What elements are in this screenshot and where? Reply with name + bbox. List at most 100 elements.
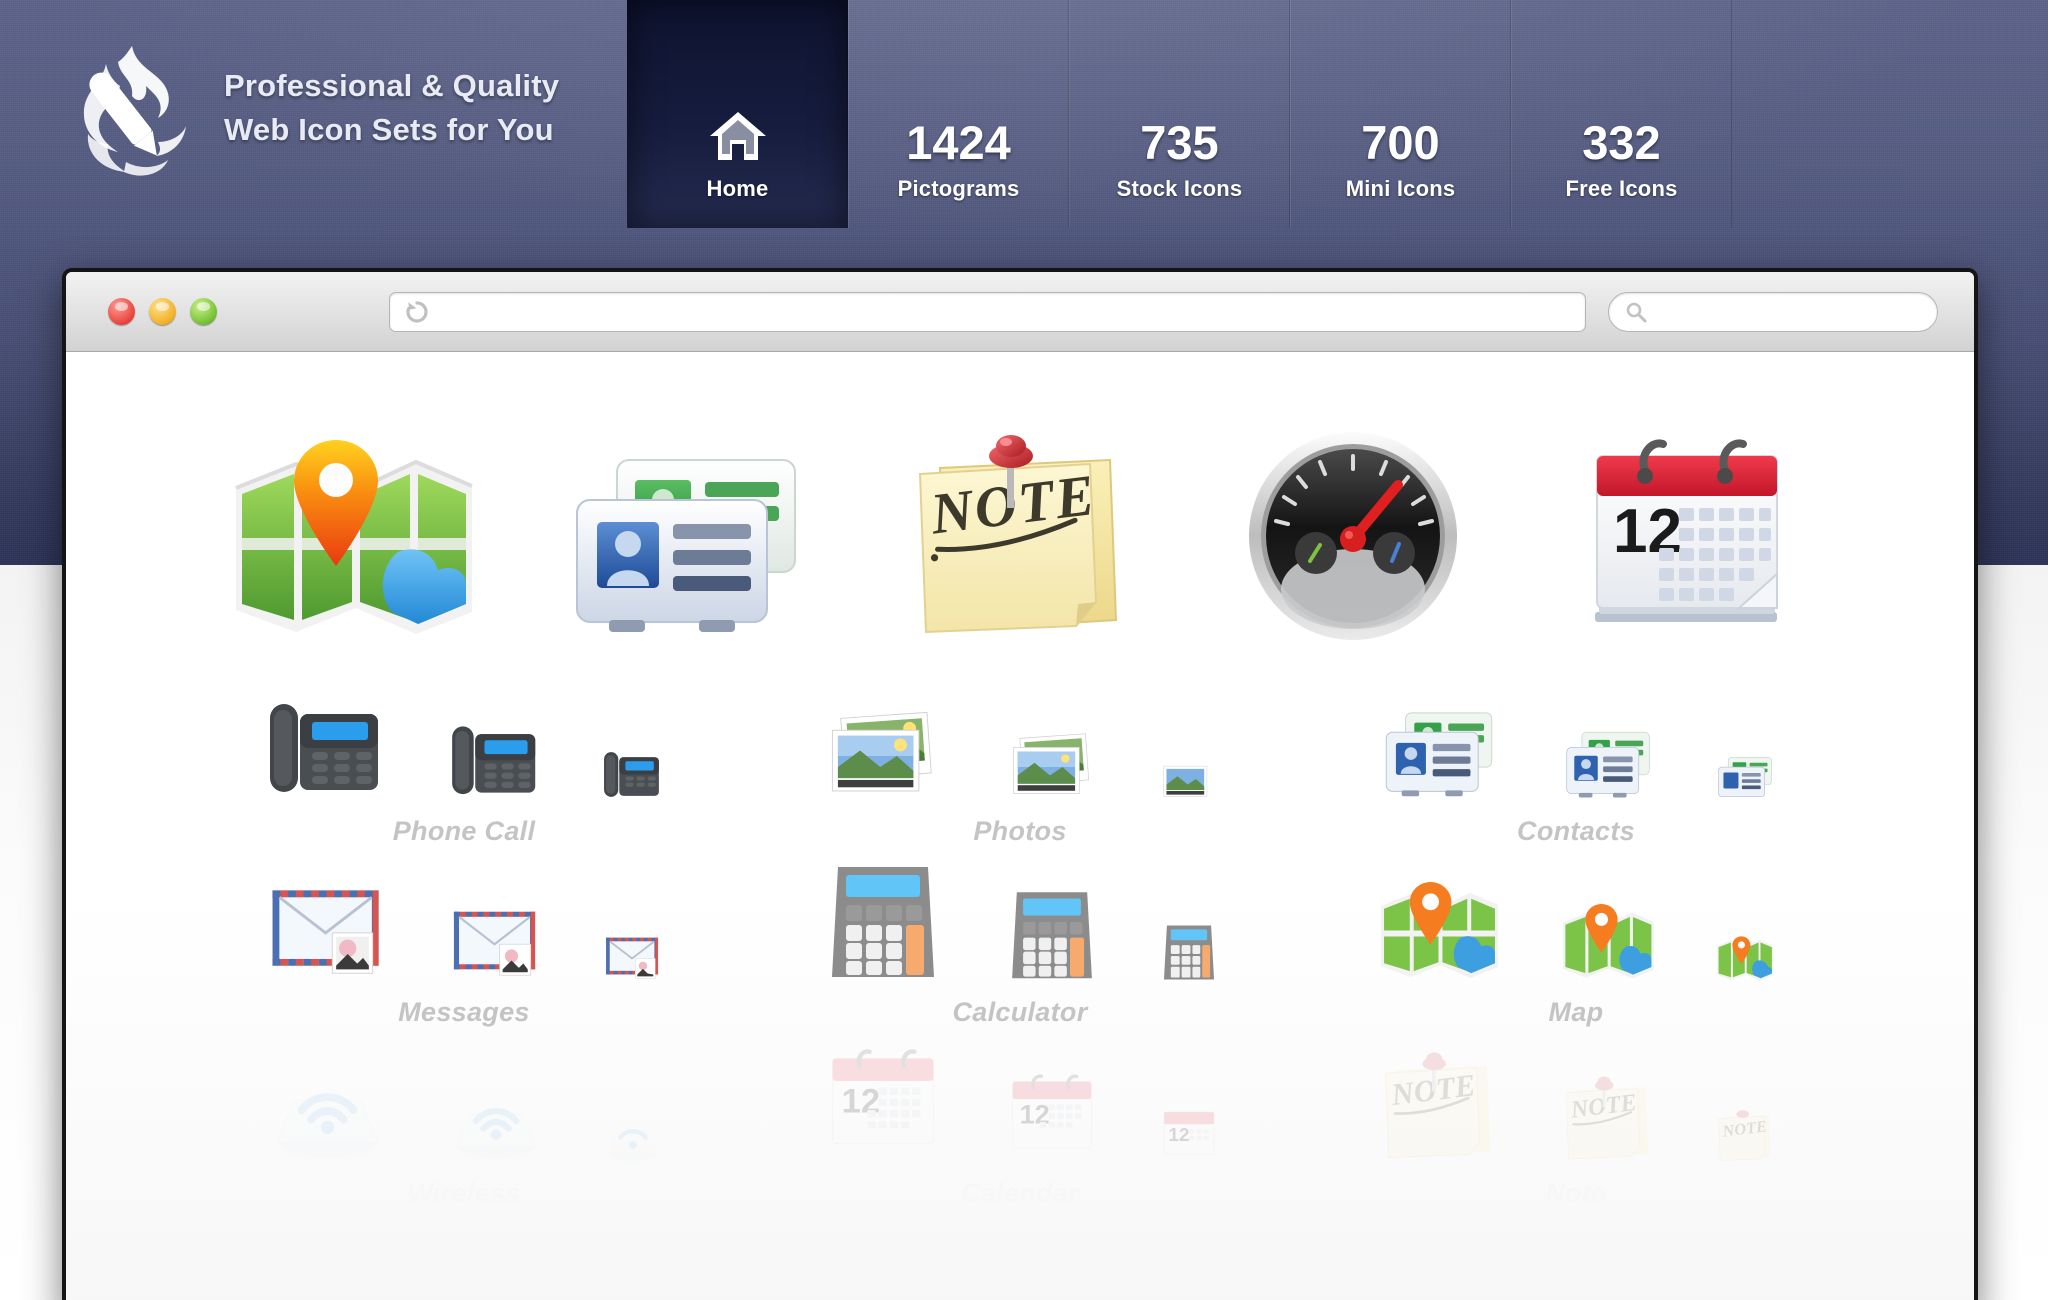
grid-row-3: Wireless 12 12 12 Calendar NOTE NOTE NOT… bbox=[186, 1044, 1854, 1209]
slot-small[interactable] bbox=[1146, 919, 1232, 983]
svg-text:12: 12 bbox=[1169, 1124, 1190, 1145]
icon-group-map[interactable]: Map bbox=[1298, 863, 1854, 1028]
icon-group-calculator[interactable]: Calculator bbox=[742, 863, 1298, 1028]
address-bar[interactable] bbox=[389, 291, 1586, 332]
slot-large[interactable] bbox=[1364, 863, 1514, 983]
slot-large[interactable] bbox=[808, 863, 958, 983]
contacts-icon bbox=[1564, 730, 1652, 802]
icon-group-calendar[interactable]: 12 12 12 Calendar bbox=[742, 1044, 1298, 1209]
nav-item-pictograms-count: 1424 bbox=[906, 116, 1011, 169]
icon-group-note-label: Note bbox=[1545, 1178, 1607, 1208]
slot-small[interactable] bbox=[590, 1100, 676, 1164]
brand-tagline-line1: Professional & Quality bbox=[224, 68, 560, 103]
icon-group-contacts-sizes bbox=[1298, 682, 1854, 802]
icon-group-photos-sizes bbox=[742, 682, 1298, 802]
phone-icon bbox=[262, 692, 392, 802]
hero-cell-calendar[interactable]: 12 bbox=[1562, 424, 1812, 644]
grid-row-1: Phone Call Photos Contacts bbox=[186, 682, 1854, 847]
slot-small[interactable] bbox=[590, 919, 676, 983]
phone-icon bbox=[446, 717, 546, 802]
calculator-icon bbox=[828, 863, 938, 983]
map-icon bbox=[1715, 933, 1775, 983]
slot-small[interactable] bbox=[590, 738, 676, 802]
icon-group-phone-call[interactable]: Phone Call bbox=[186, 682, 742, 847]
brand[interactable]: Professional & Quality Web Icon Sets for… bbox=[62, 38, 559, 178]
icon-group-photos-label: Photos bbox=[973, 816, 1067, 846]
speedometer-icon bbox=[1246, 429, 1461, 644]
note-icon: NOTE bbox=[910, 434, 1130, 644]
map-icon bbox=[228, 434, 478, 644]
slot-small[interactable] bbox=[1702, 738, 1788, 802]
icon-group-messages[interactable]: Messages bbox=[186, 863, 742, 1028]
browser-window: NOTE bbox=[62, 268, 1978, 1300]
slot-large[interactable] bbox=[1364, 682, 1514, 802]
nav-item-mini-icons[interactable]: 700 Mini Icons bbox=[1290, 0, 1511, 228]
photos-icon bbox=[1159, 756, 1219, 802]
nav-item-stock-icons[interactable]: 735 Stock Icons bbox=[1069, 0, 1290, 228]
flame-pencil-logo-icon bbox=[62, 38, 202, 178]
note-icon: NOTE bbox=[1380, 1052, 1498, 1164]
slot-small[interactable]: 12 bbox=[1146, 1100, 1232, 1164]
home-icon bbox=[708, 110, 768, 162]
slot-medium[interactable] bbox=[992, 706, 1112, 802]
icon-size-grid: Phone Call Photos Contacts Messages Calc… bbox=[66, 682, 1974, 1225]
nav-item-stock-icons-count: 735 bbox=[1140, 116, 1219, 169]
icon-group-note-sizes: NOTE NOTE NOTE bbox=[1298, 1044, 1854, 1164]
calendar-icon: 12 bbox=[827, 1046, 939, 1164]
slot-large[interactable] bbox=[252, 1044, 402, 1164]
close-button[interactable] bbox=[108, 298, 135, 325]
nav-item-home-label: Home bbox=[706, 176, 769, 201]
icon-group-photos[interactable]: Photos bbox=[742, 682, 1298, 847]
envelope-icon bbox=[448, 901, 544, 983]
slot-medium[interactable]: NOTE bbox=[1548, 1068, 1668, 1164]
primary-nav: Home 1424 Pictograms 735 Stock Icons 700… bbox=[627, 0, 1732, 228]
calculator-icon bbox=[1162, 923, 1216, 983]
zoom-button[interactable] bbox=[190, 298, 217, 325]
nav-item-pictograms-label: Pictograms bbox=[897, 176, 1020, 201]
slot-medium[interactable] bbox=[436, 1068, 556, 1164]
icon-group-phone-call-sizes bbox=[186, 682, 742, 802]
slot-medium[interactable] bbox=[1548, 887, 1668, 983]
slot-large[interactable] bbox=[252, 863, 402, 983]
slot-small[interactable]: NOTE bbox=[1702, 1100, 1788, 1164]
slot-large[interactable]: NOTE bbox=[1364, 1044, 1514, 1164]
wireless-icon bbox=[447, 1080, 545, 1164]
slot-medium[interactable] bbox=[436, 706, 556, 802]
slot-large[interactable] bbox=[252, 682, 402, 802]
minimize-button[interactable] bbox=[149, 298, 176, 325]
icon-group-phone-call-label: Phone Call bbox=[392, 816, 536, 846]
slot-medium[interactable] bbox=[1548, 706, 1668, 802]
slot-large[interactable] bbox=[808, 682, 958, 802]
nav-item-home[interactable]: Home bbox=[627, 0, 848, 228]
nav-item-stock-icons-label: Stock Icons bbox=[1116, 176, 1243, 201]
icon-group-note[interactable]: NOTE NOTE NOTE Note bbox=[1298, 1044, 1854, 1209]
icon-group-map-sizes bbox=[1298, 863, 1854, 983]
slot-medium[interactable]: 12 bbox=[992, 1068, 1112, 1164]
icon-group-calendar-label: Calendar bbox=[961, 1178, 1079, 1208]
contacts-icon bbox=[1383, 710, 1495, 802]
nav-item-free-icons[interactable]: 332 Free Icons bbox=[1511, 0, 1732, 228]
envelope-icon bbox=[265, 877, 390, 983]
wireless-icon bbox=[265, 1058, 390, 1164]
slot-large[interactable]: 12 bbox=[808, 1044, 958, 1164]
calendar-icon: 12 bbox=[1587, 434, 1787, 644]
calculator-icon bbox=[1009, 889, 1095, 983]
icon-group-messages-label: Messages bbox=[398, 997, 530, 1027]
icon-group-messages-sizes bbox=[186, 863, 742, 983]
slot-small[interactable] bbox=[1702, 919, 1788, 983]
hero-cell-contacts[interactable] bbox=[561, 424, 811, 644]
nav-item-pictograms[interactable]: 1424 Pictograms bbox=[848, 0, 1069, 228]
icon-group-wireless[interactable]: Wireless bbox=[186, 1044, 742, 1209]
slot-small[interactable] bbox=[1146, 738, 1232, 802]
search-input[interactable] bbox=[1608, 291, 1938, 332]
hero-cell-speedometer[interactable] bbox=[1229, 424, 1479, 644]
icon-group-contacts[interactable]: Contacts bbox=[1298, 682, 1854, 847]
hero-cell-map[interactable] bbox=[228, 424, 478, 644]
contacts-icon bbox=[1717, 756, 1773, 802]
slot-medium[interactable] bbox=[992, 887, 1112, 983]
reload-icon[interactable] bbox=[404, 299, 430, 325]
phone-icon bbox=[600, 746, 666, 802]
envelope-icon bbox=[602, 931, 664, 983]
hero-cell-note[interactable]: NOTE bbox=[895, 424, 1145, 644]
slot-medium[interactable] bbox=[436, 887, 556, 983]
